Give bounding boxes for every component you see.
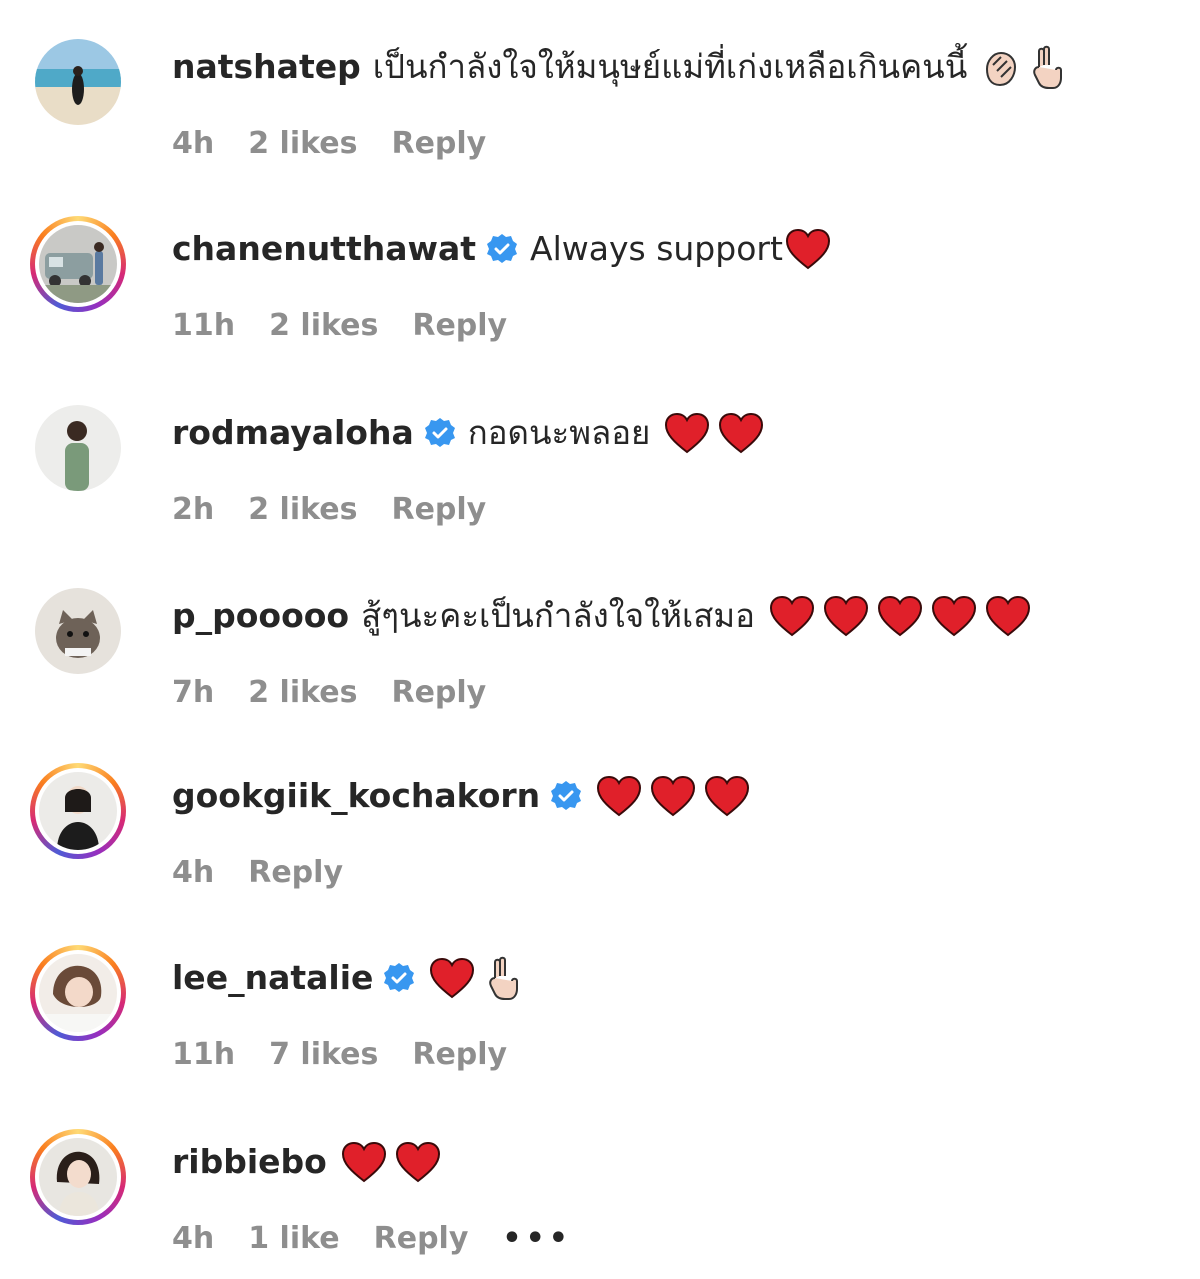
comment-time: 4h: [172, 855, 215, 890]
avatar[interactable]: [30, 400, 126, 496]
verified-badge-icon: [486, 233, 518, 265]
more-options-icon[interactable]: •••: [502, 1221, 572, 1256]
comment-emojis: [596, 775, 758, 817]
avatar[interactable]: [30, 1129, 126, 1225]
verified-badge-icon: [550, 780, 582, 812]
comment-time: 4h: [172, 1221, 215, 1256]
comment-time: 11h: [172, 1037, 236, 1072]
portrait-avatar-image: [39, 772, 117, 850]
heart-icon: [718, 412, 764, 454]
comment-item: gookgiik_kochakorn 4h Reply: [0, 763, 1200, 913]
verified-badge-icon: [383, 962, 415, 994]
heart-icon: [650, 775, 696, 817]
comment-likes[interactable]: 1 like: [248, 1221, 339, 1256]
comment-emojis: [981, 45, 1073, 89]
portrait-avatar-image: [39, 1138, 117, 1216]
heart-icon: [341, 1141, 387, 1183]
comment-username[interactable]: rodmayaloha: [172, 410, 414, 456]
car-avatar-image: [39, 225, 117, 303]
comment-emojis: [341, 1141, 449, 1183]
comment-time: 7h: [172, 675, 215, 710]
heart-icon: [985, 595, 1031, 637]
heart-icon: [823, 595, 869, 637]
comment-item: natshatep เป็นกำลังใจให้มนุษย์แม่ที่เก่ง…: [0, 34, 1200, 184]
comment-text: กอดนะพลอย: [467, 413, 651, 452]
avatar[interactable]: [30, 763, 126, 859]
reply-button[interactable]: Reply: [248, 855, 343, 890]
victory-hand-icon: [1027, 45, 1067, 89]
comment-time: 4h: [172, 126, 215, 161]
comment-emojis: [429, 956, 529, 1000]
heart-icon: [785, 228, 831, 270]
heart-icon: [877, 595, 923, 637]
comment-username[interactable]: lee_natalie: [172, 955, 373, 1001]
comment-time: 11h: [172, 308, 236, 343]
avatar[interactable]: [30, 583, 126, 679]
heart-icon: [596, 775, 642, 817]
reply-button[interactable]: Reply: [412, 308, 507, 343]
clapping-hands-icon: [981, 45, 1021, 89]
comment-emojis: [785, 228, 839, 270]
victory-hand-icon: [483, 956, 523, 1000]
comment-time: 2h: [172, 492, 215, 527]
comment-text: Always support: [530, 229, 783, 268]
heart-icon: [664, 412, 710, 454]
comment-username[interactable]: p_pooooo: [172, 593, 349, 639]
comment-item: rodmayaloha กอดนะพลอย 2h 2 likes Reply: [0, 400, 1200, 550]
reply-button[interactable]: Reply: [374, 1221, 469, 1256]
comment-likes[interactable]: 2 likes: [248, 675, 357, 710]
reply-button[interactable]: Reply: [391, 492, 486, 527]
comment-emojis: [769, 595, 1039, 637]
verified-badge-icon: [424, 417, 456, 449]
reply-button[interactable]: Reply: [391, 675, 486, 710]
heart-icon: [395, 1141, 441, 1183]
comment-text: เป็นกำลังใจให้มนุษย์แม่ที่เก่งเหลือเกินค…: [372, 47, 968, 86]
beach-avatar-image: [35, 39, 121, 125]
comment-username[interactable]: ribbiebo: [172, 1139, 327, 1185]
avatar[interactable]: [30, 945, 126, 1041]
comment-likes[interactable]: 7 likes: [269, 1037, 378, 1072]
comment-username[interactable]: chanenutthawat: [172, 226, 476, 272]
person-avatar-image: [35, 405, 121, 491]
comment-item: p_pooooo สู้ๆนะคะเป็นกำลังใจให้เสมอ 7h 2…: [0, 583, 1200, 733]
reply-button[interactable]: Reply: [391, 126, 486, 161]
portrait-avatar-image: [39, 954, 117, 1032]
heart-icon: [429, 957, 475, 999]
comment-username[interactable]: gookgiik_kochakorn: [172, 773, 540, 819]
comment-list: natshatep เป็นกำลังใจให้มนุษย์แม่ที่เก่ง…: [0, 0, 1200, 1277]
heart-icon: [704, 775, 750, 817]
comment-likes[interactable]: 2 likes: [248, 492, 357, 527]
comment-item: lee_natalie 11h 7 likes Reply: [0, 945, 1200, 1095]
reply-button[interactable]: Reply: [412, 1037, 507, 1072]
avatar[interactable]: [30, 34, 126, 130]
avatar[interactable]: [30, 216, 126, 312]
heart-icon: [931, 595, 977, 637]
cat-avatar-image: [35, 588, 121, 674]
comment-username[interactable]: natshatep: [172, 44, 361, 90]
comment-text: สู้ๆนะคะเป็นกำลังใจให้เสมอ: [361, 596, 755, 635]
heart-icon: [769, 595, 815, 637]
comment-item: ribbiebo 4h 1 like Reply •••: [0, 1129, 1200, 1279]
comment-likes[interactable]: 2 likes: [248, 126, 357, 161]
comment-item: chanenutthawat Always support 11h 2 like…: [0, 216, 1200, 366]
comment-emojis: [664, 412, 772, 454]
comment-likes[interactable]: 2 likes: [269, 308, 378, 343]
